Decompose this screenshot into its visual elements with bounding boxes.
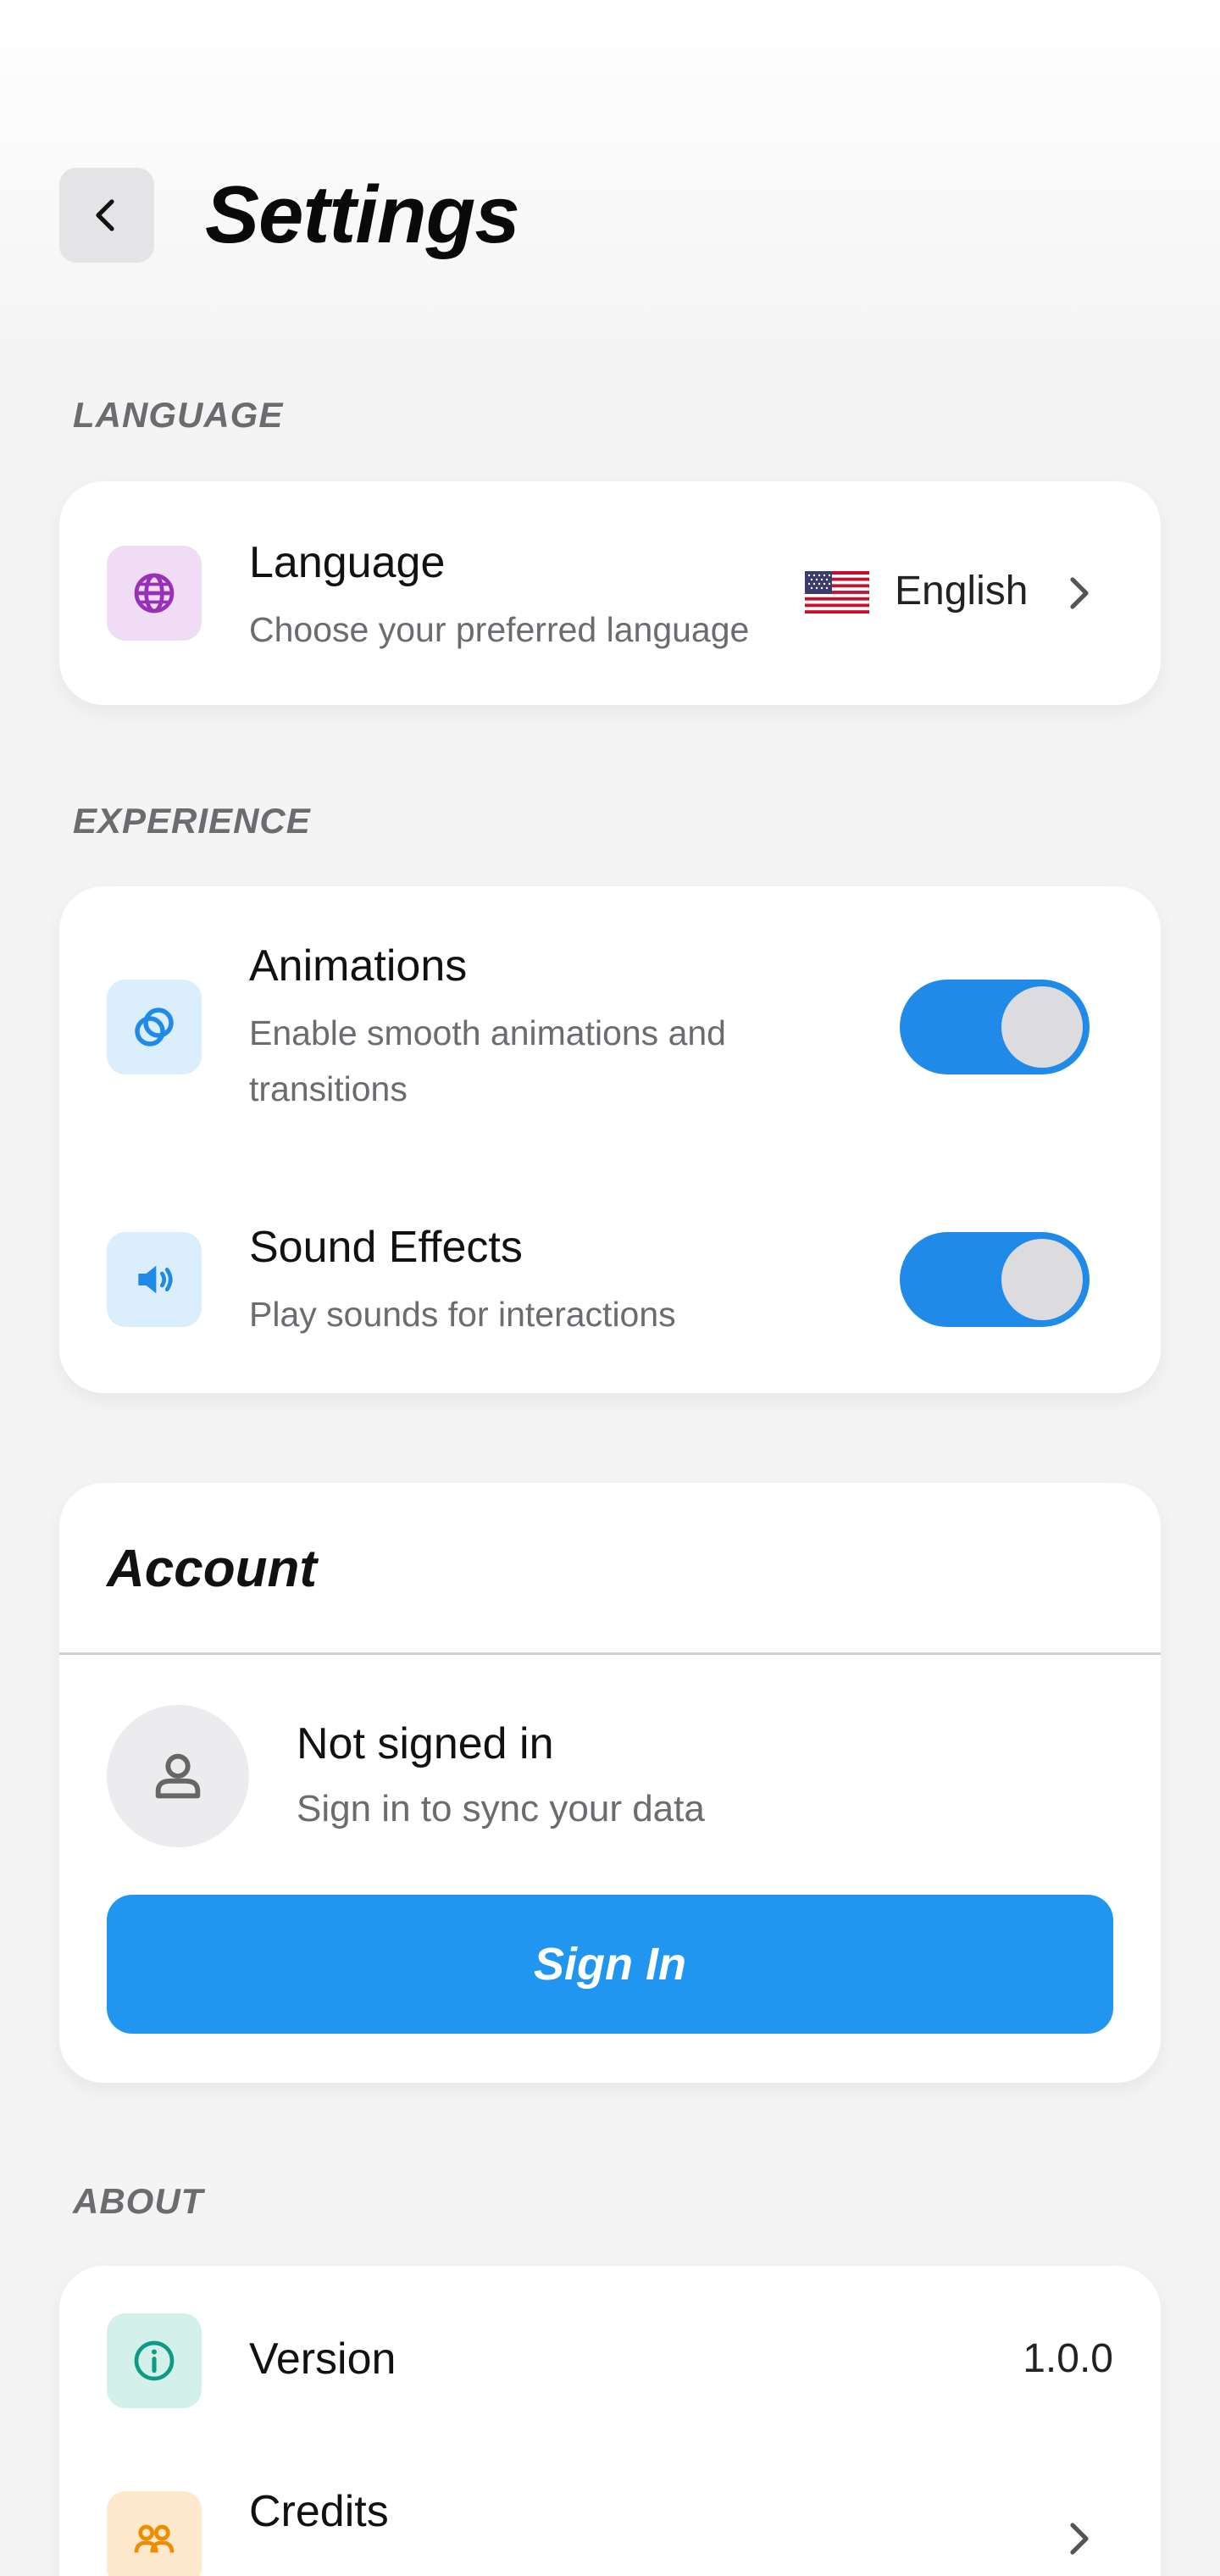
sound-effects-toggle[interactable] [900,1232,1090,1327]
version-label: Version [249,2334,396,2384]
language-value: English [895,569,1029,613]
avatar [107,1705,249,1847]
language-row[interactable]: Language Choose your preferred language [59,481,1161,705]
sound-effects-row: Sound Effects Play sounds for interactio… [59,1166,1161,1393]
chevron-left-icon [96,199,114,231]
section-label-language: LANGUAGE [73,395,284,435]
page-title: Settings [205,169,520,260]
toggle-knob [1001,986,1083,1068]
info-icon [107,2313,202,2408]
animations-subtitle-line1: Enable smooth animations and [249,1013,726,1052]
account-card: Account Not signed in Sign in to sync yo… [59,1483,1161,2083]
credits-label: Credits [249,2487,389,2536]
animations-row: Animations Enable smooth animations and … [59,886,1161,1166]
account-status: Not signed in [297,1719,554,1768]
speaker-icon [107,1232,202,1327]
animations-title: Animations [249,941,468,991]
rings-icon [107,980,202,1074]
section-label-about: ABOUT [73,2181,204,2221]
sign-in-button[interactable]: Sign In [107,1895,1113,2034]
people-icon [107,2491,202,2576]
settings-page: Settings LANGUAGE Language Choose your p… [0,0,1220,2576]
experience-card: Animations Enable smooth animations and … [59,886,1161,1393]
credits-row[interactable]: Credits [59,2451,1161,2576]
us-flag-icon [805,571,869,613]
back-button[interactable] [59,168,154,263]
account-subtitle: Sign in to sync your data [297,1788,705,1829]
language-subtitle: Choose your preferred language [249,610,750,649]
globe-icon [107,546,202,641]
user-icon [155,1753,201,1799]
about-card: Version 1.0.0 Credits [59,2266,1161,2576]
account-title: Account [107,1540,317,1598]
animations-subtitle-line2: transitions [249,1069,408,1108]
language-title: Language [249,538,446,587]
toggle-knob [1001,1239,1083,1320]
chevron-right-icon [1059,2517,1100,2565]
sound-effects-title: Sound Effects [249,1223,523,1272]
divider [59,1652,1161,1655]
chevron-right-icon [1059,571,1100,619]
animations-toggle[interactable] [900,980,1090,1074]
header: Settings [59,168,520,263]
version-row: Version 1.0.0 [59,2266,1161,2451]
version-value: 1.0.0 [1023,2336,1113,2381]
sound-effects-subtitle: Play sounds for interactions [249,1295,676,1334]
language-card: Language Choose your preferred language [59,481,1161,705]
section-label-experience: EXPERIENCE [73,801,311,841]
